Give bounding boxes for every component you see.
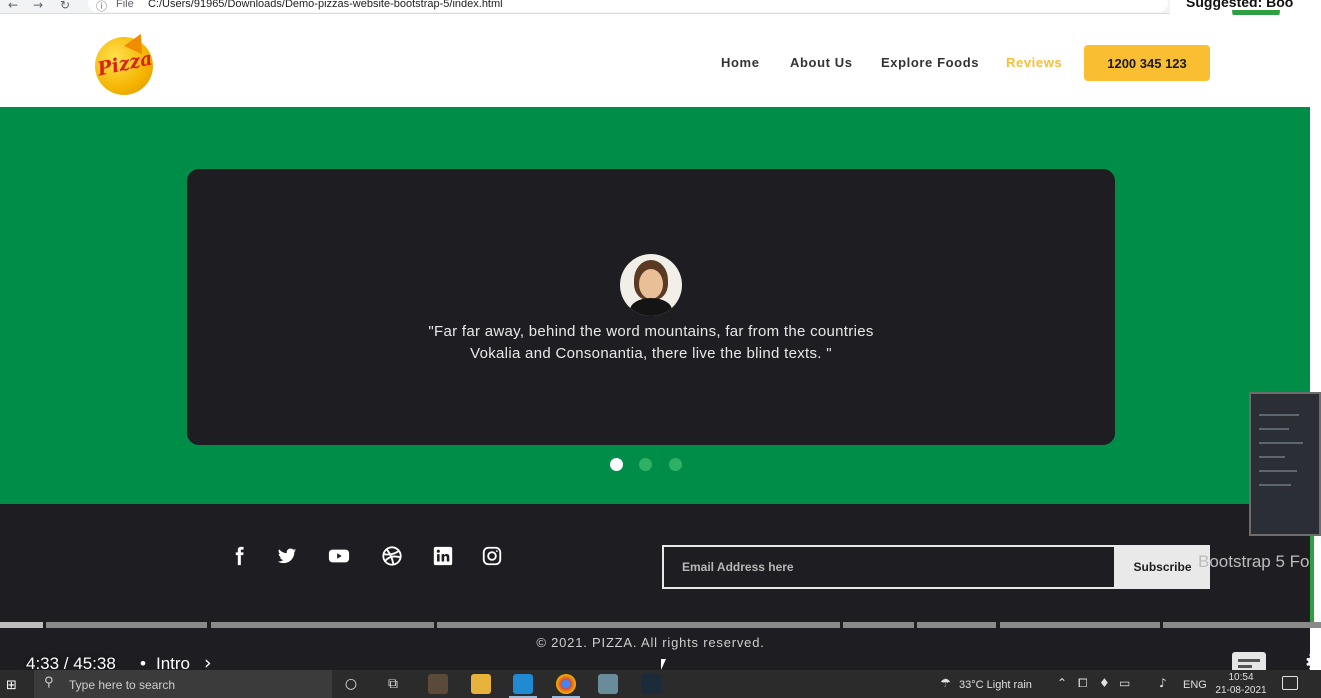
thumb-line: [1259, 414, 1299, 416]
reload-icon[interactable]: ↻: [60, 0, 70, 12]
site-footer: Subscribe © 2021. PIZZA. All rights rese…: [0, 504, 1310, 670]
email-input[interactable]: [662, 545, 1116, 589]
microphone-icon[interactable]: ♦: [1099, 676, 1110, 690]
avatar-face: [639, 269, 663, 299]
captions-line: [1238, 659, 1260, 662]
weather-icon[interactable]: ☂: [940, 676, 951, 690]
video-progress-bar[interactable]: [0, 622, 1321, 628]
nav-explore-foods[interactable]: Explore Foods: [881, 55, 979, 70]
thumb-line: [1259, 428, 1289, 430]
chapter-segment[interactable]: [1000, 622, 1160, 628]
vscode-icon[interactable]: [513, 674, 533, 694]
carousel-dot-2[interactable]: [639, 458, 652, 471]
linkedin-icon[interactable]: [431, 544, 455, 568]
taskbar-clock[interactable]: 10:54 21-08-2021: [1212, 671, 1270, 697]
taskbar-search[interactable]: ⚲ Type here to search: [34, 670, 332, 698]
subscribe-button[interactable]: Subscribe: [1115, 545, 1210, 589]
chapter-segment[interactable]: [46, 622, 207, 628]
url-path[interactable]: C:/Users/91965/Downloads/Demo-pizzas-web…: [148, 0, 503, 10]
taskbar: ⊞ ⚲ Type here to search ○ ⧉ ☂ 33°C Light…: [0, 670, 1321, 698]
page-right-edge: [1314, 20, 1321, 670]
nav-about-us[interactable]: About Us: [790, 55, 853, 70]
url-scheme: File: [116, 0, 134, 10]
chapter-segment[interactable]: [917, 622, 996, 628]
language-indicator[interactable]: ENG: [1183, 679, 1207, 691]
captions-line: [1238, 665, 1252, 668]
copyright-text: © 2021. PIZZA. All rights reserved.: [536, 635, 765, 650]
chapter-segment[interactable]: [211, 622, 434, 628]
clock-date: 21-08-2021: [1215, 685, 1267, 696]
file-explorer-icon[interactable]: [471, 674, 491, 694]
chevron-up-icon[interactable]: ⌃: [1057, 676, 1067, 690]
notification-icon[interactable]: [1282, 676, 1298, 690]
screen: ← → ↻ ⓘ File C:/Users/91965/Downloads/De…: [0, 0, 1321, 698]
info-icon[interactable]: ⓘ: [96, 0, 107, 14]
chapter-segment[interactable]: [1163, 622, 1321, 628]
task-view-icon[interactable]: ⧉: [384, 675, 402, 693]
suggestion-text: Suggested: Boo: [1186, 0, 1294, 10]
windows-start-icon[interactable]: ⊞: [6, 678, 17, 693]
testimonial-quote: "Far far away, behind the word mountains…: [187, 321, 1115, 365]
nav-reviews[interactable]: Reviews: [1006, 55, 1062, 70]
related-video-title[interactable]: Bootstrap 5 Fo: [1198, 552, 1310, 572]
phone-button[interactable]: 1200 345 123: [1084, 45, 1210, 81]
clock-time: 10:54: [1228, 672, 1254, 683]
weather-text[interactable]: 33°C Light rain: [959, 679, 1032, 691]
chapter-segment[interactable]: [437, 622, 840, 628]
chrome-icon[interactable]: [556, 674, 576, 694]
forward-arrow-icon[interactable]: →: [33, 0, 43, 12]
avatar-body: [630, 298, 672, 316]
battery-icon[interactable]: ▭: [1119, 676, 1130, 690]
quote-line-1: "Far far away, behind the word mountains…: [428, 323, 874, 340]
thumb-line: [1259, 470, 1297, 472]
reviews-section: "Far far away, behind the word mountains…: [0, 107, 1310, 504]
mouse-cursor: [661, 659, 666, 670]
meet-now-icon[interactable]: ⧠: [1078, 676, 1088, 691]
back-arrow-icon[interactable]: ←: [8, 0, 18, 12]
nav-home[interactable]: Home: [721, 55, 760, 70]
search-icon: ⚲: [44, 675, 54, 690]
thumb-line: [1259, 456, 1285, 458]
quote-line-2: Vokalia and Consonantia, there live the …: [470, 345, 832, 362]
youtube-icon[interactable]: [327, 544, 351, 568]
thumb-line: [1259, 442, 1303, 444]
cortana-icon[interactable]: ○: [342, 675, 360, 693]
chapter-segment[interactable]: [0, 622, 43, 628]
reviewer-avatar: [620, 254, 682, 316]
pizza-logo[interactable]: Pizza: [93, 29, 157, 95]
testimonial-card: "Far far away, behind the word mountains…: [187, 169, 1115, 445]
site-header: Pizza Home About Us Explore Foods Review…: [0, 15, 1310, 107]
scroll-accent: [1310, 520, 1314, 628]
carousel-dot-1[interactable]: [610, 458, 623, 471]
video-app-icon[interactable]: [428, 674, 448, 694]
browser-toolbar: ← → ↻ ⓘ File C:/Users/91965/Downloads/De…: [0, 0, 1321, 14]
twitter-icon[interactable]: [275, 544, 299, 568]
photos-app-icon[interactable]: [598, 674, 618, 694]
chapter-segment[interactable]: [843, 622, 914, 628]
search-placeholder: Type here to search: [69, 678, 176, 692]
dribbble-icon[interactable]: [380, 544, 404, 568]
carousel-dot-3[interactable]: [669, 458, 682, 471]
terminal-app-icon[interactable]: [641, 674, 661, 694]
thumb-line: [1259, 484, 1291, 486]
carousel-indicators: [0, 458, 1310, 472]
facebook-icon[interactable]: [227, 544, 251, 568]
volume-icon[interactable]: ♪: [1159, 676, 1167, 690]
instagram-icon[interactable]: [480, 544, 504, 568]
video-preview-thumbnail[interactable]: [1249, 392, 1321, 536]
